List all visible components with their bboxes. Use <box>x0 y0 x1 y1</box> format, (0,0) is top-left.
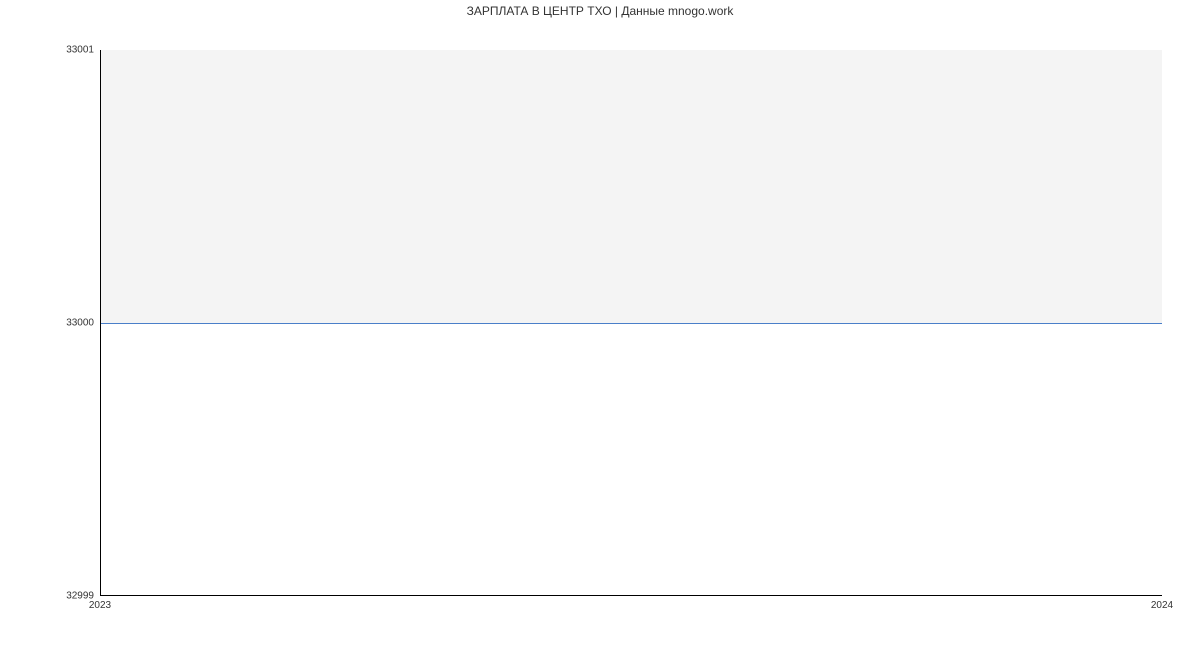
y-tick-label: 33000 <box>66 318 100 329</box>
x-tick-label: 2023 <box>89 596 111 611</box>
plot-area: 33001 33000 32999 2023 2024 <box>100 50 1162 596</box>
x-axis <box>100 595 1162 596</box>
data-line <box>100 323 1162 324</box>
chart-container: ЗАРПЛАТА В ЦЕНТР ТХО | Данные mnogo.work… <box>0 0 1200 650</box>
grid-band <box>100 50 1162 323</box>
chart-title: ЗАРПЛАТА В ЦЕНТР ТХО | Данные mnogo.work <box>0 4 1200 18</box>
y-tick-label: 33001 <box>66 45 100 56</box>
x-tick-label: 2024 <box>1151 596 1173 611</box>
y-axis <box>100 50 101 596</box>
